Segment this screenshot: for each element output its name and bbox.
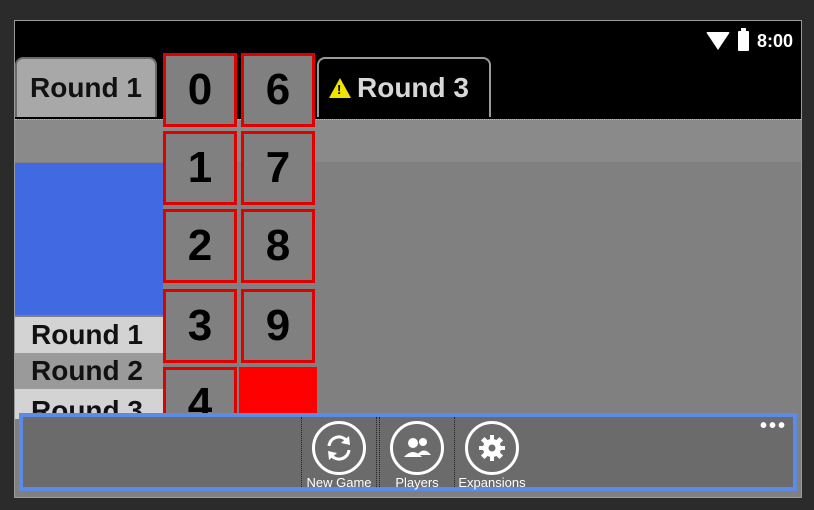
app-bar: ••• New Game Players Expansions bbox=[19, 413, 797, 491]
refresh-icon bbox=[312, 421, 366, 475]
selection-panel bbox=[15, 163, 163, 315]
key-2[interactable]: 2 bbox=[163, 209, 237, 283]
settings-gear-icon bbox=[465, 421, 519, 475]
status-indicators: 8:00 bbox=[705, 28, 793, 53]
expansions-button[interactable]: Expansions bbox=[455, 417, 529, 490]
key-0[interactable]: 0 bbox=[163, 53, 237, 127]
key-3[interactable]: 3 bbox=[163, 289, 237, 363]
status-bar: 8:00 Round 1 ! Round 3 bbox=[15, 21, 801, 119]
new-game-button[interactable]: New Game bbox=[301, 417, 377, 490]
key-9[interactable]: 9 bbox=[241, 289, 315, 363]
list-item-label: Round 1 bbox=[31, 319, 143, 350]
button-label: Expansions bbox=[458, 475, 526, 490]
more-options-button[interactable]: ••• bbox=[760, 416, 787, 436]
key-8[interactable]: 8 bbox=[241, 209, 315, 283]
wifi-icon bbox=[705, 32, 730, 50]
list-item-round-2[interactable]: Round 2 bbox=[15, 353, 163, 389]
key-6[interactable]: 6 bbox=[241, 53, 315, 127]
status-time: 8:00 bbox=[756, 30, 793, 51]
tab-round-3[interactable]: ! Round 3 bbox=[317, 57, 491, 117]
button-label: Players bbox=[395, 475, 439, 490]
tab-label: Round 3 bbox=[357, 72, 469, 103]
key-blank bbox=[239, 367, 317, 415]
number-keypad: 0 6 1 7 2 8 3 9 4 bbox=[163, 53, 321, 441]
key-7[interactable]: 7 bbox=[241, 131, 315, 205]
tab-label: Round 1 bbox=[30, 72, 142, 103]
list-item-round-1[interactable]: Round 1 bbox=[15, 317, 163, 353]
app-screen: 8:00 Round 1 ! Round 3 Round 1 Round 2 R… bbox=[14, 20, 802, 498]
battery-icon bbox=[737, 28, 749, 51]
tab-round-1[interactable]: Round 1 bbox=[15, 57, 157, 117]
warning-icon: ! bbox=[329, 78, 351, 98]
round-list: Round 1 Round 2 Round 3 bbox=[15, 317, 163, 419]
list-item-label: Round 2 bbox=[31, 355, 143, 386]
players-button[interactable]: Players bbox=[379, 417, 455, 490]
players-icon bbox=[390, 421, 444, 475]
key-1[interactable]: 1 bbox=[163, 131, 237, 205]
content-header-band bbox=[15, 119, 801, 162]
button-label: New Game bbox=[306, 475, 372, 490]
